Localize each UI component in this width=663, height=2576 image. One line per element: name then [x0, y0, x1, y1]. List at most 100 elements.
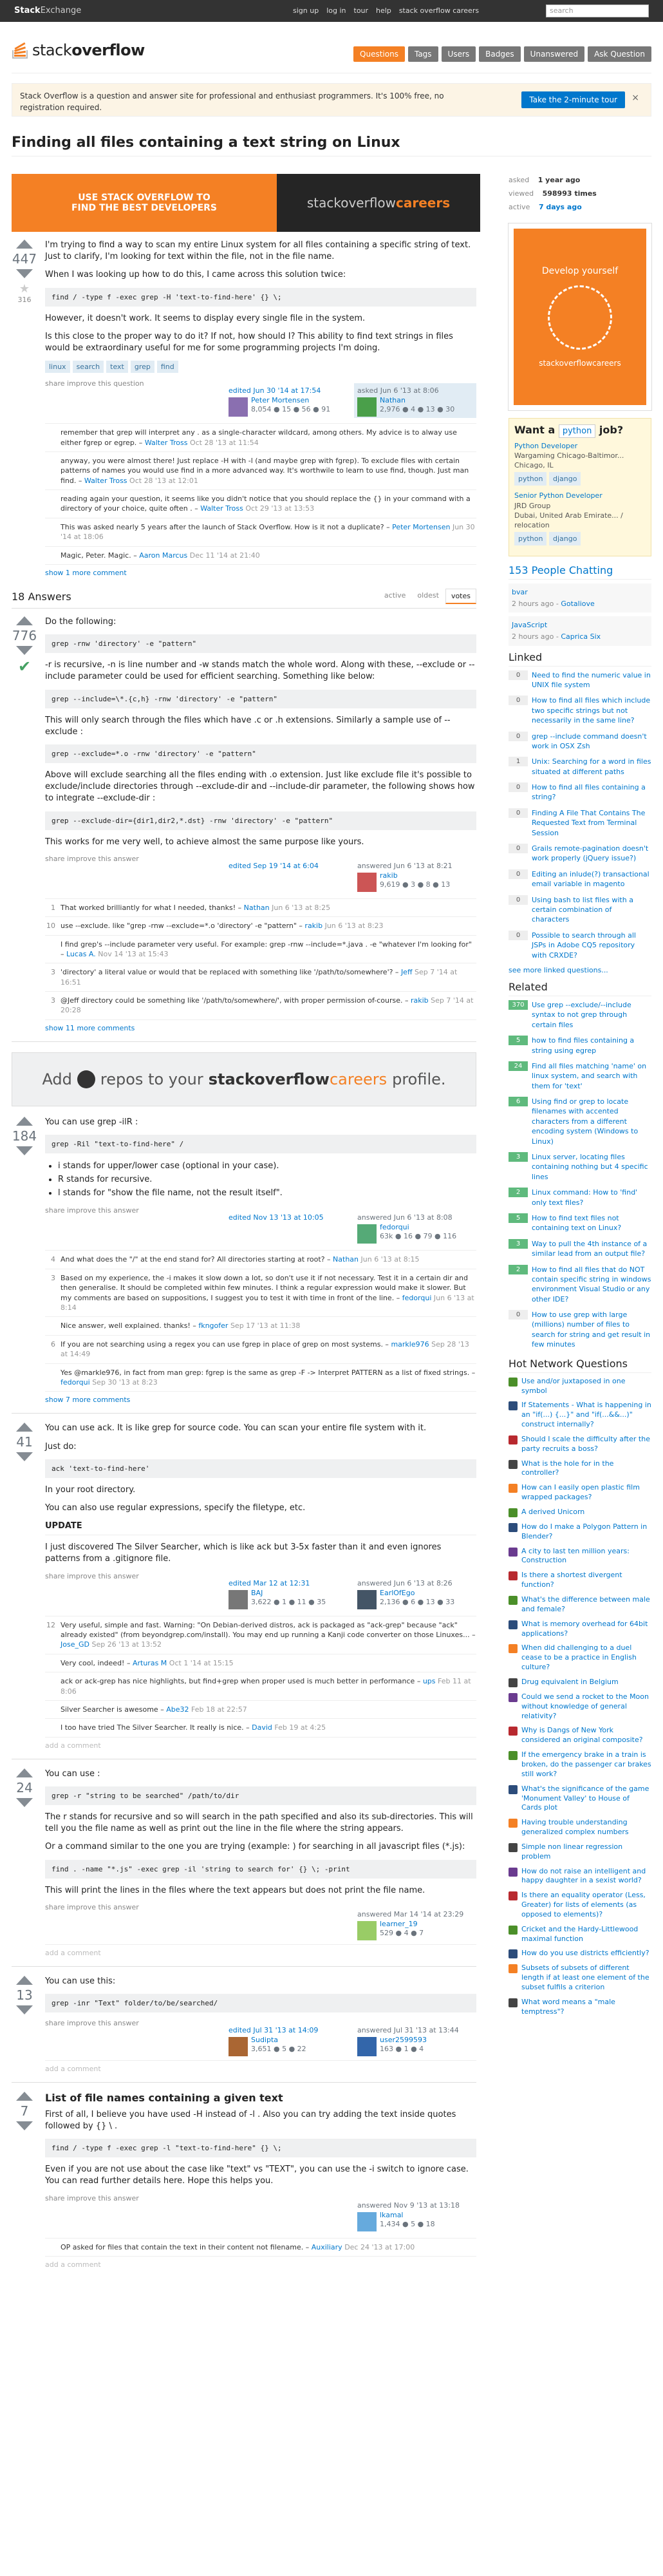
linked-question-item[interactable]: 0 Editing an inlude(?) transactional emai… — [509, 869, 651, 889]
linked-question-link[interactable]: grep --include command doesn't work in O… — [532, 732, 651, 752]
tag-find[interactable]: find — [156, 361, 178, 374]
related-question-item[interactable]: 5 How to find text files not containing t… — [509, 1213, 651, 1233]
comment-user[interactable]: Nathan — [333, 1255, 359, 1264]
avatar[interactable] — [357, 1920, 377, 1940]
linked-question-item[interactable]: 0 How to find all files containing a stri… — [509, 782, 651, 802]
show-more-comments-link[interactable]: show 11 more comments — [45, 1024, 476, 1032]
editor-name[interactable]: BAJ — [251, 1589, 263, 1597]
hot-question-item[interactable]: Should I scale the difficulty after the … — [509, 1435, 651, 1454]
hot-question-link[interactable]: Is there an equality operator (Less, Gre… — [521, 1891, 651, 1920]
comment-date[interactable]: Sep 30 '13 at 8:23 — [92, 1378, 158, 1387]
downvote-icon[interactable] — [16, 269, 33, 278]
tag-grep[interactable]: grep — [130, 361, 154, 374]
signup-link[interactable]: sign up — [293, 6, 319, 15]
hot-question-item[interactable]: What's the difference between male and f… — [509, 1595, 651, 1615]
comment-date[interactable]: Sep 17 '13 at 11:38 — [230, 1321, 301, 1330]
hot-question-link[interactable]: Why is Dangs of New York considered an o… — [521, 1726, 651, 1745]
comment-user[interactable]: David — [252, 1723, 272, 1732]
add-comment-link[interactable]: add a comment — [45, 2260, 476, 2269]
linked-question-link[interactable]: Editing an inlude(?) transactional email… — [532, 869, 651, 889]
develop-yourself-ad[interactable]: Develop yourself stackoverflowcareers — [508, 222, 652, 411]
hot-question-item[interactable]: How do I make a Polygon Pattern in Blend… — [509, 1522, 651, 1542]
hot-question-item[interactable]: How can I easily open plastic film wrapp… — [509, 1483, 651, 1502]
comment-date[interactable]: Feb 18 at 22:57 — [191, 1705, 247, 1714]
careers-banner[interactable]: USE STACK OVERFLOW TO FIND THE BEST DEVE… — [12, 174, 480, 232]
login-link[interactable]: log in — [326, 6, 346, 15]
answerer-name[interactable]: learner_19 — [380, 1920, 418, 1928]
comment-date[interactable]: Jun 6 '13 at 8:25 — [272, 904, 330, 912]
favorite-star-icon[interactable]: ★ — [12, 282, 37, 296]
comment-user[interactable]: markle976 — [391, 1340, 429, 1349]
tab-oldest[interactable]: oldest — [412, 589, 444, 604]
job-tag[interactable]: django — [548, 471, 581, 486]
comment-user[interactable]: Auxiliary — [312, 2243, 342, 2251]
linked-question-link[interactable]: Grails remote-pagination doesn't work pr… — [532, 844, 651, 864]
hot-question-item[interactable]: What is memory overhead for 64bit applic… — [509, 1620, 651, 1639]
comment-user[interactable]: ups — [423, 1677, 436, 1685]
comment-date[interactable]: Nov 14 '13 at 15:43 — [98, 950, 168, 958]
hot-question-item[interactable]: Subsets of subsets of different length i… — [509, 1964, 651, 1993]
answerer-name[interactable]: user2599593 — [380, 2036, 427, 2044]
edited-date[interactable]: edited Jun 30 '14 at 17:54 — [229, 386, 344, 395]
related-question-item[interactable]: 24 Find all files matching 'name' on linu… — [509, 1061, 651, 1091]
edited-date[interactable]: edited Nov 13 '13 at 10:05 — [229, 1213, 344, 1222]
nav-users[interactable]: Users — [441, 46, 476, 62]
related-question-link[interactable]: Find all files matching 'name' on linux … — [532, 1061, 651, 1091]
related-question-link[interactable]: Linux command: How to 'find' only text f… — [532, 1188, 651, 1208]
hot-question-item[interactable]: Is there a shortest divergent function? — [509, 1571, 651, 1590]
hot-question-link[interactable]: What's the difference between male and f… — [521, 1595, 651, 1615]
hot-question-item[interactable]: A city to last ten million years: Constr… — [509, 1547, 651, 1566]
hot-question-link[interactable]: What's the significance of the game 'Mon… — [521, 1785, 651, 1814]
chat-room[interactable]: JavaScript 2 hours ago - Caprica Six — [509, 616, 651, 646]
hot-question-link[interactable]: When did challenging to a duel cease to … — [521, 1643, 651, 1672]
downvote-icon[interactable] — [16, 1797, 33, 1807]
chat-user[interactable]: Gotaliove — [561, 600, 594, 608]
comment-date[interactable]: Oct 28 '13 at 12:01 — [129, 477, 198, 485]
hot-question-link[interactable]: Simple non linear regression problem — [521, 1842, 651, 1862]
related-question-item[interactable]: 5 how to find files containing a string u… — [509, 1036, 651, 1056]
comment-date[interactable]: Feb 19 at 4:25 — [274, 1723, 326, 1732]
job-tag[interactable]: python — [514, 471, 547, 486]
close-icon[interactable]: × — [631, 93, 639, 103]
comment-date[interactable]: Oct 29 '13 at 13:53 — [245, 504, 314, 513]
hot-question-link[interactable]: Cricket and the Hardy-Littlewood maximal… — [521, 1925, 651, 1944]
editor-name[interactable]: Peter Mortensen — [251, 396, 309, 404]
comment-date[interactable]: Dec 24 '13 at 17:00 — [344, 2243, 415, 2251]
stackoverflow-logo[interactable]: stackoverflow — [12, 41, 145, 59]
hot-question-item[interactable]: What word means a "male temptress"? — [509, 1998, 651, 2017]
avatar[interactable] — [357, 1224, 377, 1244]
show-more-comments-link[interactable]: show 1 more comment — [45, 569, 476, 577]
related-question-link[interactable]: How to find text files not containing te… — [532, 1213, 651, 1233]
related-question-item[interactable]: 370 Use grep --exclude/--include syntax t… — [509, 999, 651, 1030]
related-question-item[interactable]: 0 How to use grep with large (millions) n… — [509, 1310, 651, 1350]
comment-user[interactable]: Walter Tross — [84, 477, 127, 485]
avatar[interactable] — [357, 2036, 377, 2056]
downvote-icon[interactable] — [16, 2005, 33, 2014]
hot-question-item[interactable]: A derived Unicorn — [509, 1508, 651, 1517]
upvote-icon[interactable] — [16, 1768, 33, 1777]
answerer-name[interactable]: fedorqui — [380, 1223, 409, 1231]
chat-room-name[interactable]: JavaScript — [512, 620, 648, 631]
nav-questions[interactable]: Questions — [353, 46, 405, 62]
careers-link[interactable]: stack overflow careers — [399, 6, 479, 15]
hot-question-item[interactable]: Is there an equality operator (Less, Gre… — [509, 1891, 651, 1920]
job-title[interactable]: Python Developer — [514, 441, 646, 451]
comment-user[interactable]: fedorqui — [402, 1294, 432, 1302]
hot-question-link[interactable]: Having trouble understanding generalized… — [521, 1818, 651, 1837]
tag-linux[interactable]: linux — [45, 361, 70, 374]
hot-question-item[interactable]: Drug equivalent in Belgium — [509, 1678, 651, 1687]
linked-question-link[interactable]: Finding A File That Contains The Request… — [532, 808, 651, 838]
edited-date[interactable]: edited Sep 19 '14 at 6:04 — [229, 862, 344, 870]
answerer-name[interactable]: lkamal — [380, 2211, 404, 2219]
chat-title[interactable]: 153 People Chatting — [509, 564, 651, 580]
comment-user[interactable]: Jeff — [401, 968, 413, 976]
answerer-name[interactable]: EarlOfEgo — [380, 1589, 415, 1597]
related-question-link[interactable]: Way to pull the 4th instance of a simila… — [532, 1239, 651, 1259]
hot-question-link[interactable]: If the emergency brake in a train is bro… — [521, 1750, 651, 1779]
downvote-icon[interactable] — [16, 646, 33, 656]
hot-question-item[interactable]: What is the hole for in the controller? — [509, 1459, 651, 1479]
comment-user[interactable]: Arturas M — [133, 1659, 167, 1667]
avatar[interactable] — [357, 872, 377, 892]
avatar[interactable] — [357, 1589, 377, 1609]
linked-question-item[interactable]: 1 Unix: Searching for a word in files sit… — [509, 757, 651, 777]
